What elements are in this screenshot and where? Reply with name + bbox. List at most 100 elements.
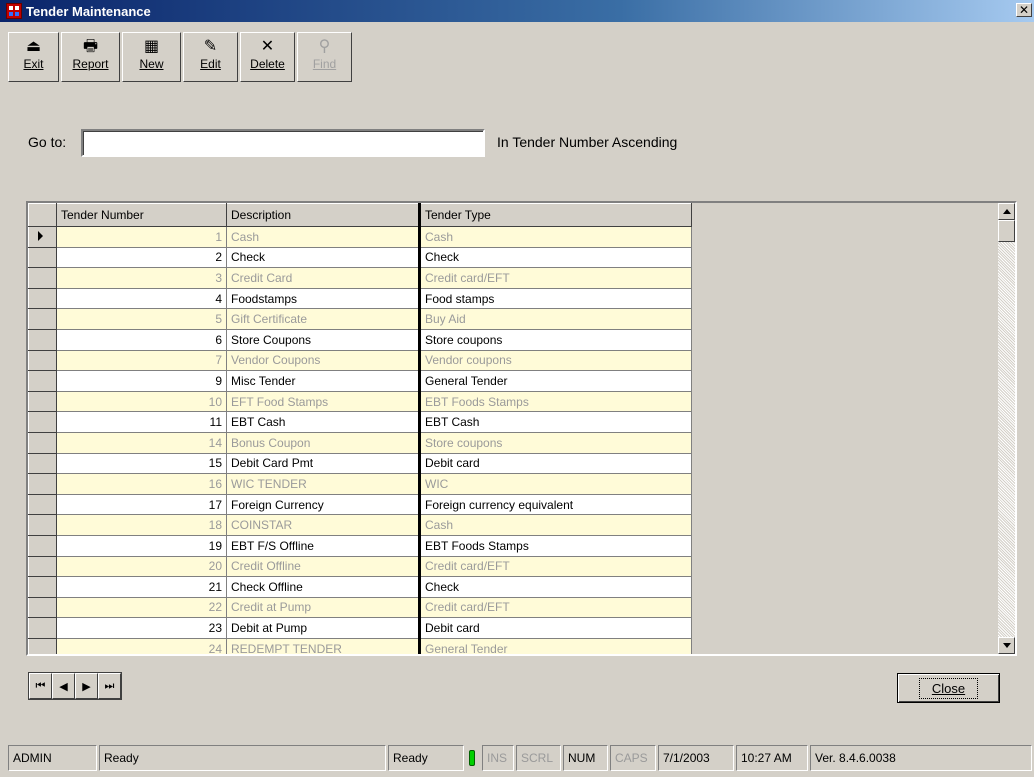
- cell-description[interactable]: Check: [226, 247, 420, 269]
- cell-tender-type[interactable]: Check: [418, 576, 692, 598]
- row-selector[interactable]: [28, 452, 57, 475]
- cell-tender-type[interactable]: Store coupons: [418, 432, 692, 454]
- cell-tender-number[interactable]: 11: [56, 411, 227, 433]
- cell-tender-number[interactable]: 6: [56, 329, 227, 351]
- cell-description[interactable]: Vendor Coupons: [226, 350, 420, 372]
- cell-description[interactable]: EFT Food Stamps: [226, 391, 420, 413]
- close-button[interactable]: Close: [897, 673, 1000, 703]
- cell-description[interactable]: Store Coupons: [226, 329, 420, 351]
- table-row[interactable]: 14 Bonus Coupon Store coupons: [28, 431, 692, 454]
- cell-tender-type[interactable]: Credit card/EFT: [418, 267, 692, 289]
- table-row[interactable]: 11 EBT Cash EBT Cash: [28, 411, 692, 433]
- cell-tender-number[interactable]: 4: [56, 288, 227, 310]
- table-row[interactable]: 21 Check Offline Check: [28, 576, 692, 598]
- scroll-up-button[interactable]: [998, 203, 1015, 220]
- row-selector[interactable]: [28, 308, 57, 330]
- cell-tender-number[interactable]: 14: [56, 432, 227, 454]
- report-button[interactable]: 🖶 Report: [61, 32, 120, 82]
- cell-tender-number[interactable]: 20: [56, 556, 227, 578]
- vertical-scrollbar[interactable]: [998, 203, 1015, 654]
- table-row[interactable]: 18 COINSTAR Cash: [28, 514, 692, 536]
- cell-tender-number[interactable]: 2: [56, 247, 227, 269]
- cell-tender-type[interactable]: EBT Foods Stamps: [418, 535, 692, 557]
- table-row[interactable]: 19 EBT F/S Offline EBT Foods Stamps: [28, 534, 692, 557]
- cell-tender-number[interactable]: 7: [56, 350, 227, 372]
- cell-tender-type[interactable]: WIC: [418, 473, 692, 495]
- first-record-button[interactable]: ⏮: [29, 673, 52, 699]
- edit-button[interactable]: ✎ Edit: [183, 32, 238, 82]
- cell-tender-number[interactable]: 10: [56, 391, 227, 413]
- row-selector[interactable]: [28, 287, 57, 310]
- row-selector[interactable]: [28, 349, 57, 372]
- cell-description[interactable]: Credit Card: [226, 267, 420, 289]
- cell-tender-type[interactable]: Cash: [418, 514, 692, 536]
- row-selector[interactable]: [28, 576, 57, 598]
- cell-tender-number[interactable]: 9: [56, 370, 227, 392]
- cell-description[interactable]: Credit at Pump: [226, 597, 420, 619]
- row-selector[interactable]: [28, 370, 57, 392]
- find-button[interactable]: ⚲ Find: [297, 32, 352, 82]
- table-row[interactable]: 4 Foodstamps Food stamps: [28, 287, 692, 310]
- cell-description[interactable]: Misc Tender: [226, 370, 420, 392]
- cell-tender-number[interactable]: 21: [56, 576, 227, 598]
- cell-tender-number[interactable]: 5: [56, 308, 227, 330]
- row-selector[interactable]: [28, 226, 57, 248]
- row-selector[interactable]: [28, 596, 57, 619]
- cell-description[interactable]: REDEMPT TENDER: [226, 638, 420, 654]
- cell-tender-type[interactable]: Food stamps: [418, 288, 692, 310]
- row-selector[interactable]: [28, 493, 57, 516]
- row-selector[interactable]: [28, 411, 57, 433]
- cell-tender-number[interactable]: 17: [56, 494, 227, 516]
- table-row[interactable]: 15 Debit Card Pmt Debit card: [28, 452, 692, 475]
- cell-description[interactable]: Gift Certificate: [226, 308, 420, 330]
- exit-button[interactable]: ⏏ Exit: [8, 32, 59, 82]
- goto-input[interactable]: [81, 129, 485, 157]
- table-row[interactable]: 7 Vendor Coupons Vendor coupons: [28, 349, 692, 372]
- cell-tender-type[interactable]: Vendor coupons: [418, 350, 692, 372]
- cell-description[interactable]: Debit Card Pmt: [226, 453, 420, 475]
- table-row[interactable]: 6 Store Coupons Store coupons: [28, 328, 692, 351]
- row-selector[interactable]: [28, 473, 57, 495]
- cell-tender-number[interactable]: 24: [56, 638, 227, 654]
- row-selector[interactable]: [28, 637, 57, 654]
- new-button[interactable]: ▦ New: [122, 32, 181, 82]
- table-row[interactable]: 24 REDEMPT TENDER General Tender: [28, 637, 692, 654]
- row-selector[interactable]: [28, 617, 57, 639]
- table-row[interactable]: 20 Credit Offline Credit card/EFT: [28, 555, 692, 578]
- cell-tender-type[interactable]: Store coupons: [418, 329, 692, 351]
- cell-description[interactable]: Check Offline: [226, 576, 420, 598]
- cell-tender-number[interactable]: 23: [56, 617, 227, 639]
- cell-description[interactable]: Credit Offline: [226, 556, 420, 578]
- row-selector[interactable]: [28, 534, 57, 557]
- cell-tender-number[interactable]: 16: [56, 473, 227, 495]
- scroll-thumb[interactable]: [998, 220, 1015, 242]
- cell-tender-number[interactable]: 22: [56, 597, 227, 619]
- cell-tender-number[interactable]: 3: [56, 267, 227, 289]
- cell-tender-type[interactable]: General Tender: [418, 638, 692, 654]
- cell-tender-number[interactable]: 15: [56, 453, 227, 475]
- cell-description[interactable]: EBT Cash: [226, 411, 420, 433]
- cell-tender-type[interactable]: Buy Aid: [418, 308, 692, 330]
- cell-tender-number[interactable]: 19: [56, 535, 227, 557]
- delete-button[interactable]: ✕ Delete: [240, 32, 295, 82]
- column-header-tender-type[interactable]: Tender Type: [418, 203, 692, 227]
- column-header-description[interactable]: Description: [226, 203, 420, 227]
- row-selector[interactable]: [28, 555, 57, 578]
- cell-description[interactable]: EBT F/S Offline: [226, 535, 420, 557]
- cell-description[interactable]: Foodstamps: [226, 288, 420, 310]
- cell-tender-type[interactable]: Cash: [418, 226, 692, 248]
- table-row[interactable]: 17 Foreign Currency Foreign currency equiv…: [28, 493, 692, 516]
- cell-tender-type[interactable]: EBT Foods Stamps: [418, 391, 692, 413]
- table-row[interactable]: 16 WIC TENDER WIC: [28, 473, 692, 495]
- row-selector[interactable]: [28, 514, 57, 536]
- cell-description[interactable]: WIC TENDER: [226, 473, 420, 495]
- column-header-tender-number[interactable]: Tender Number: [56, 203, 227, 227]
- cell-tender-type[interactable]: Credit card/EFT: [418, 597, 692, 619]
- row-selector[interactable]: [28, 267, 57, 289]
- table-row[interactable]: 2 Check Check: [28, 246, 692, 269]
- window-close-button[interactable]: ✕: [1016, 3, 1032, 17]
- row-selector[interactable]: [28, 328, 57, 351]
- table-row[interactable]: 10 EFT Food Stamps EBT Foods Stamps: [28, 390, 692, 413]
- scroll-down-button[interactable]: [998, 637, 1015, 654]
- cell-tender-number[interactable]: 18: [56, 514, 227, 536]
